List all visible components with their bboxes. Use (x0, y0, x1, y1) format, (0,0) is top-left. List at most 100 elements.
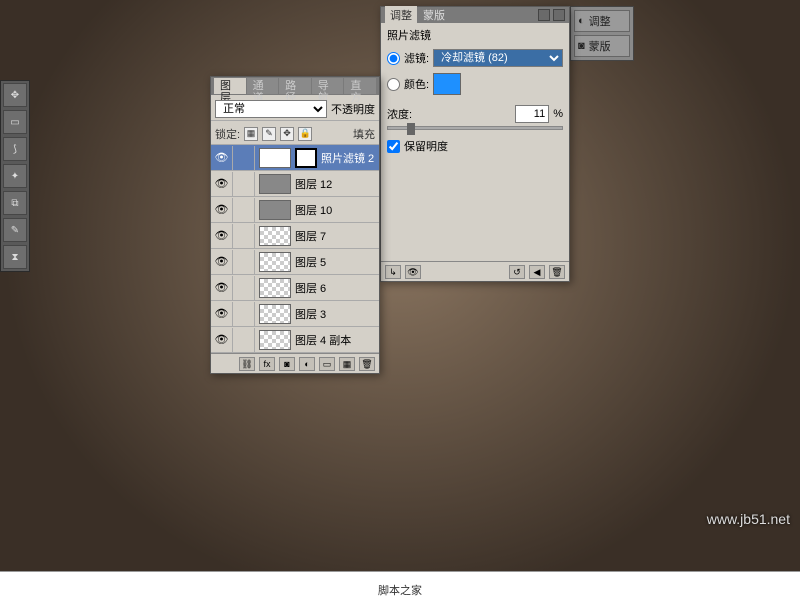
link-cell[interactable] (233, 276, 255, 300)
lock-transparent-icon[interactable]: ▦ (244, 127, 258, 141)
mask-label: 蒙版 (589, 38, 611, 54)
tab-hist[interactable]: 直方 (344, 78, 376, 94)
reset-icon[interactable]: ↺ (509, 265, 525, 279)
lock-row: 锁定: ▦ ✎ ✥ 🔒 填充 (211, 124, 379, 145)
link-cell[interactable] (233, 302, 255, 326)
color-swatch[interactable] (433, 73, 461, 95)
adjustments-button[interactable]: ◐ 调整 (574, 10, 630, 32)
move-tool-icon[interactable]: ✥ (3, 83, 27, 107)
layer-row[interactable]: 👁图层 5 (211, 249, 379, 275)
adjustments-tabs: 调整 蒙版 (381, 7, 569, 23)
visibility-eye-icon[interactable]: 👁 (211, 328, 233, 352)
layers-footer: ⛓ fx ◙ ◐ ▭ ▦ 🗑 (211, 353, 379, 373)
visibility-eye-icon[interactable]: 👁 (211, 250, 233, 274)
marquee-tool-icon[interactable]: ▭ (3, 110, 27, 134)
adjustment-layer-icon[interactable]: ◐ (299, 357, 315, 371)
layer-name: 图层 12 (295, 176, 332, 192)
delete-layer-icon[interactable]: 🗑 (359, 357, 375, 371)
filter-label: 滤镜: (404, 50, 429, 66)
layers-panel: 图层 通道 路径 导航 直方 正常 不透明度 锁定: ▦ ✎ ✥ 🔒 填充 👁照… (210, 76, 380, 374)
density-label: 浓度: (387, 106, 412, 122)
layer-row[interactable]: 👁图层 10 (211, 197, 379, 223)
layer-row[interactable]: 👁 图层 7 (211, 223, 379, 249)
lock-pixels-icon[interactable]: ✎ (262, 127, 276, 141)
new-layer-icon[interactable]: ▦ (339, 357, 355, 371)
fill-label: 填充 (353, 126, 375, 142)
prev-icon[interactable] (538, 9, 550, 21)
layer-name: 照片滤镜 2 (321, 150, 374, 166)
tab-layers[interactable]: 图层 (214, 78, 246, 94)
density-input[interactable] (515, 105, 549, 123)
filter-select[interactable]: 冷却滤镜 (82) (433, 49, 563, 67)
eye-icon[interactable]: 👁 (405, 265, 421, 279)
visibility-eye-icon[interactable]: 👁 (211, 146, 233, 170)
filter-radio[interactable] (387, 52, 400, 65)
watermark: www.jb51.net (707, 511, 790, 527)
mask-button[interactable]: ◙ 蒙版 (574, 35, 630, 57)
preserve-luminosity-label: 保留明度 (404, 138, 448, 154)
visibility-eye-icon[interactable]: 👁 (211, 276, 233, 300)
layer-row[interactable]: 👁图层 3 (211, 301, 379, 327)
color-radio[interactable] (387, 78, 400, 91)
tab-nav[interactable]: 导航 (312, 78, 344, 94)
density-slider[interactable] (387, 126, 563, 130)
layers-tabs: 图层 通道 路径 导航 直方 (211, 77, 379, 95)
prev-state-icon[interactable]: ◀ (529, 265, 545, 279)
link-cell[interactable] (233, 172, 255, 196)
tools-palette: ✥ ▭ ⟆ ✦ ⧉ ✎ ⧗ (0, 80, 30, 272)
layer-thumb[interactable] (259, 226, 291, 246)
layer-thumb[interactable] (259, 252, 291, 272)
layer-thumb[interactable] (259, 278, 291, 298)
layer-thumb[interactable] (259, 148, 291, 168)
link-cell[interactable] (233, 328, 255, 352)
lock-position-icon[interactable]: ✥ (280, 127, 294, 141)
layer-row[interactable]: 👁图层 4 副本 (211, 327, 379, 353)
half-circle-icon: ◐ (578, 15, 585, 27)
link-cell[interactable] (233, 146, 255, 170)
visibility-eye-icon[interactable]: 👁 (211, 172, 233, 196)
add-mask-icon[interactable]: ◙ (279, 357, 295, 371)
eyedropper-tool-icon[interactable]: ✎ (3, 218, 27, 242)
color-row: 颜色: (387, 73, 563, 95)
menu-icon[interactable] (553, 9, 565, 21)
link-cell[interactable] (233, 198, 255, 222)
layer-name: 图层 7 (295, 228, 326, 244)
fx-icon[interactable]: fx (259, 357, 275, 371)
brush-tool-icon[interactable]: ⧗ (3, 245, 27, 269)
preserve-luminosity-checkbox[interactable] (387, 140, 400, 153)
tab-paths[interactable]: 路径 (279, 78, 311, 94)
blend-mode-select[interactable]: 正常 (215, 100, 327, 118)
wand-tool-icon[interactable]: ✦ (3, 164, 27, 188)
adjust-label: 调整 (589, 13, 611, 29)
trash-icon[interactable]: 🗑 (549, 265, 565, 279)
link-cell[interactable] (233, 250, 255, 274)
slider-thumb-icon[interactable] (407, 123, 415, 135)
layer-thumb[interactable] (259, 174, 291, 194)
link-cell[interactable] (233, 224, 255, 248)
link-layers-icon[interactable]: ⛓ (239, 357, 255, 371)
layer-mask-thumb[interactable] (295, 148, 317, 168)
lasso-tool-icon[interactable]: ⟆ (3, 137, 27, 161)
layer-list: 👁照片滤镜 2👁图层 12👁图层 10👁图层 7👁图层 5👁图层 6👁图层 3👁… (211, 145, 379, 353)
tab-adjustments[interactable]: 调整 (385, 6, 417, 24)
lock-all-icon[interactable]: 🔒 (298, 127, 312, 141)
layer-thumb[interactable] (259, 330, 291, 350)
layer-thumb[interactable] (259, 200, 291, 220)
visibility-eye-icon[interactable]: 👁 (211, 302, 233, 326)
layer-row[interactable]: 👁 图层 12 (211, 171, 379, 197)
page-footer: 脚本之家 (0, 571, 800, 607)
layer-thumb[interactable] (259, 304, 291, 324)
adjustment-title: 照片滤镜 (387, 27, 563, 43)
visibility-eye-icon[interactable]: 👁 (211, 224, 233, 248)
crop-tool-icon[interactable]: ⧉ (3, 191, 27, 215)
tab-mask[interactable]: 蒙版 (423, 7, 445, 23)
visibility-eye-icon[interactable]: 👁 (211, 198, 233, 222)
layer-row[interactable]: 👁 照片滤镜 2 (211, 145, 379, 171)
mask-icon: ◙ (578, 40, 585, 52)
color-label: 颜色: (404, 76, 429, 92)
layer-row[interactable]: 👁图层 6 (211, 275, 379, 301)
lock-label: 锁定: (215, 126, 240, 142)
clip-icon[interactable]: ↳ (385, 265, 401, 279)
tab-channels[interactable]: 通道 (247, 78, 279, 94)
group-icon[interactable]: ▭ (319, 357, 335, 371)
